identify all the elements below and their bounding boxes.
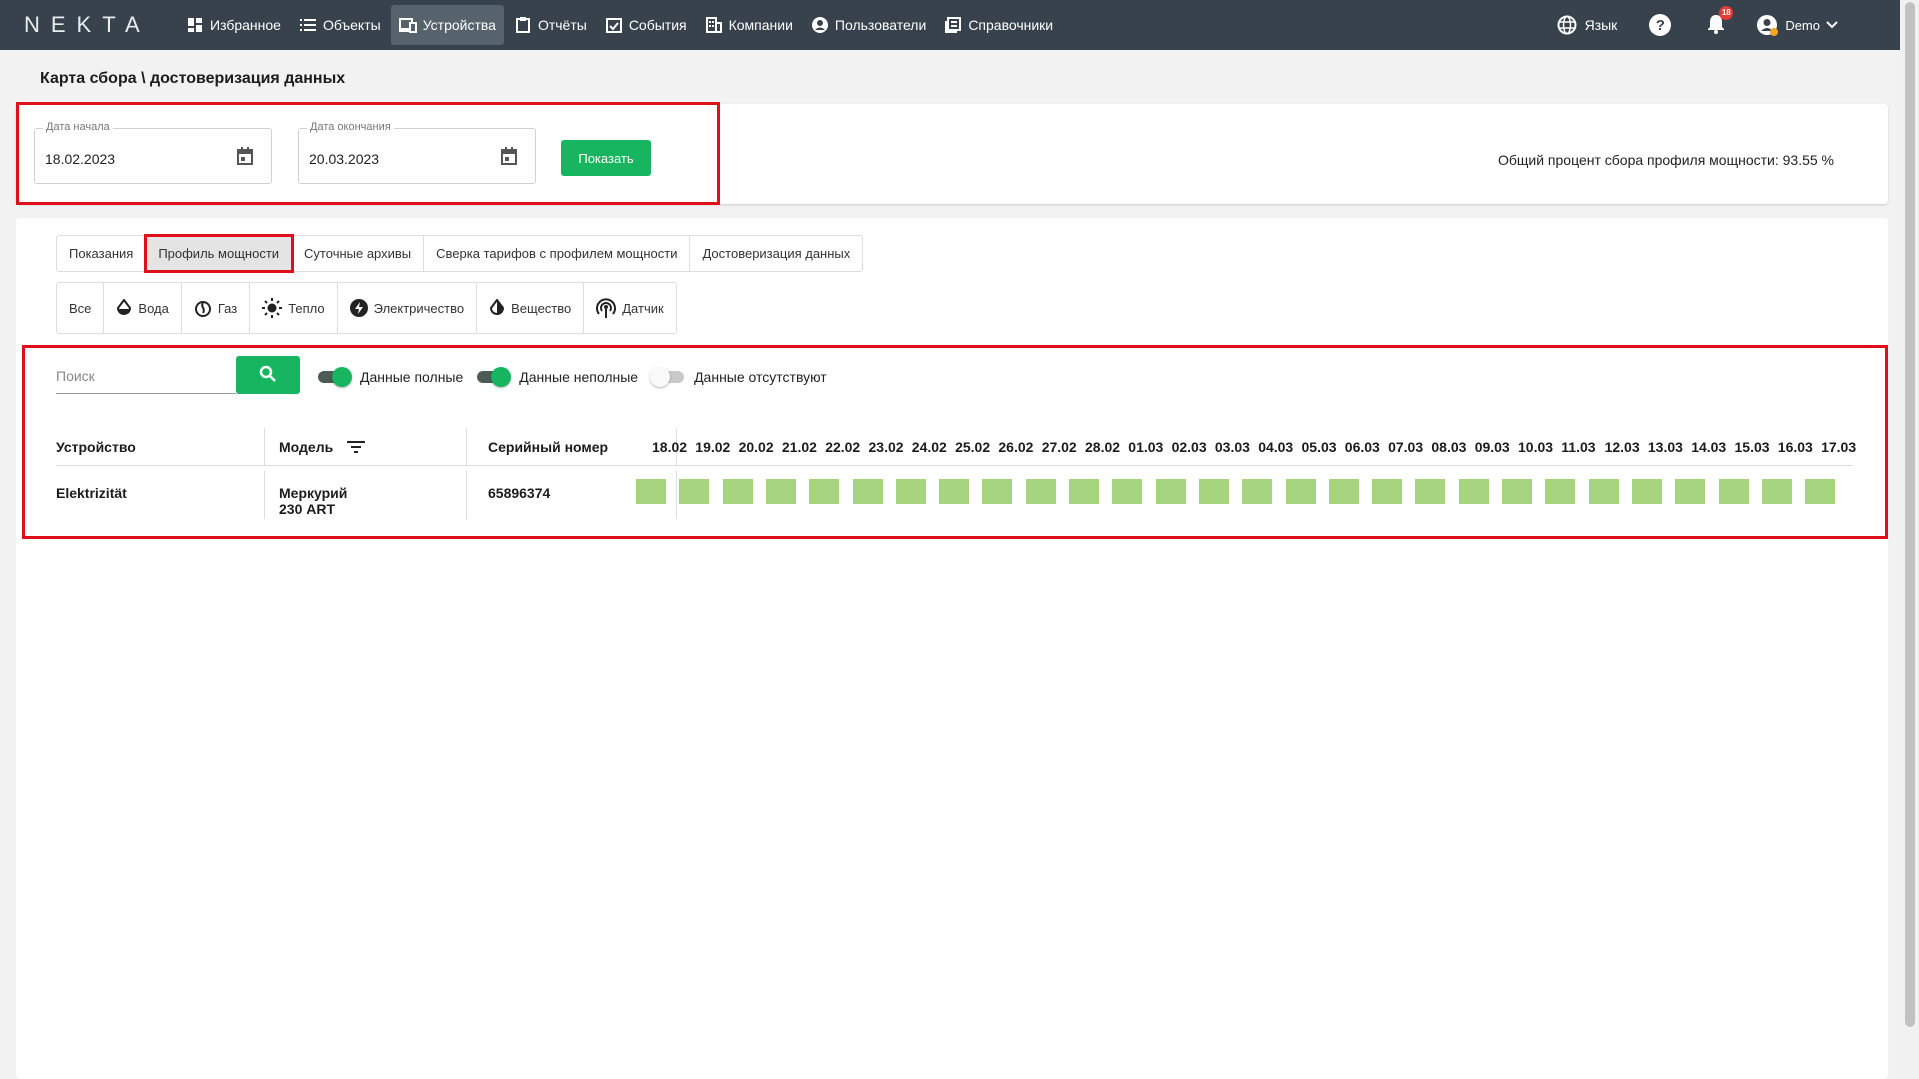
user-name: Demo: [1785, 17, 1820, 33]
nav-item-references[interactable]: Справочники: [936, 5, 1061, 45]
account-circle-icon: [1757, 15, 1779, 36]
language-selector[interactable]: Язык: [1557, 15, 1618, 35]
page-title: Карта сбора \ достоверизация данных: [40, 70, 346, 87]
nav-label: Избранное: [210, 17, 281, 33]
globe-icon: [1557, 15, 1577, 35]
notification-badge: 18: [1719, 5, 1734, 20]
main-nav: Избранное Объекты Устройства Отчёты Собы…: [178, 5, 1063, 45]
user-menu[interactable]: Demo: [1757, 15, 1838, 36]
nav-label: Компании: [728, 17, 793, 33]
highlight-frame-filters: [16, 102, 720, 205]
account-icon: [811, 16, 829, 34]
language-label: Язык: [1584, 17, 1618, 33]
highlight-frame-table: [22, 345, 1888, 539]
devices-icon: [398, 16, 417, 34]
resource-type-filter: Все Вода Газ Тепло Электричество Веществ…: [56, 282, 677, 334]
type-label: Тепло: [288, 300, 325, 316]
type-water[interactable]: Вода: [104, 283, 182, 333]
sun-icon: [262, 298, 283, 318]
type-all[interactable]: Все: [57, 283, 105, 333]
nav-label: Справочники: [968, 17, 1054, 33]
type-heat[interactable]: Тепло: [250, 283, 338, 333]
type-gas[interactable]: Газ: [182, 283, 251, 333]
help-icon[interactable]: ?: [1649, 14, 1672, 36]
nav-label: Отчёты: [537, 17, 587, 33]
tab-readings[interactable]: Показания: [57, 236, 147, 271]
tab-power-profile[interactable]: Профиль мощности: [144, 234, 295, 273]
tab-data-validation[interactable]: Достоверизация данных: [690, 236, 862, 271]
nav-label: События: [628, 17, 687, 33]
sensor-icon: [596, 298, 617, 318]
building-icon: [705, 16, 723, 34]
library-icon: [944, 16, 962, 34]
nav-item-favorites[interactable]: Избранное: [178, 5, 289, 45]
clipboard-icon: [514, 16, 532, 34]
page-scrollbar[interactable]: [1900, 0, 1919, 1079]
type-sensor[interactable]: Датчик: [584, 283, 675, 333]
scrollbar-thumb[interactable]: [1905, 2, 1915, 1027]
nav-item-users[interactable]: Пользователи: [803, 5, 934, 45]
notifications-button[interactable]: 18: [1707, 5, 1734, 37]
nav-item-events[interactable]: События: [597, 5, 695, 45]
header-right: Язык ? 18 Demo: [1557, 0, 1900, 50]
water-drop-icon: [116, 299, 132, 317]
type-label: Вещество: [511, 300, 572, 316]
type-label: Датчик: [622, 300, 664, 316]
total-collection-percent: Общий процент сбора профиля мощности: 93…: [1497, 152, 1834, 168]
list-icon: [299, 16, 317, 34]
nav-label: Объекты: [322, 17, 381, 33]
type-electricity[interactable]: Электричество: [338, 283, 478, 333]
type-substance[interactable]: Вещество: [477, 283, 585, 333]
brand-logo[interactable]: NEKTA: [24, 12, 174, 38]
tab-daily-archives[interactable]: Суточные архивы: [292, 236, 425, 271]
lightning-icon: [349, 299, 368, 317]
dashboard-icon: [186, 16, 204, 34]
gas-icon: [194, 299, 212, 317]
type-label: Вода: [138, 300, 169, 316]
nav-label: Пользователи: [834, 17, 927, 33]
type-label: Газ: [217, 300, 238, 316]
nav-item-objects[interactable]: Объекты: [291, 5, 389, 45]
event-icon: [605, 16, 623, 34]
top-navigation-bar: NEKTA Избранное Объекты Устройства Отчёт…: [0, 0, 1900, 50]
chevron-down-icon: [1826, 21, 1838, 29]
data-tabs: Показания Профиль мощности Суточные архи…: [56, 234, 864, 273]
type-label: Электричество: [373, 300, 465, 316]
substance-icon: [489, 299, 505, 317]
nav-item-reports[interactable]: Отчёты: [506, 5, 595, 45]
type-label: Все: [69, 300, 92, 316]
tab-tariff-reconciliation[interactable]: Сверка тарифов с профилем мощности: [424, 236, 691, 271]
nav-item-companies[interactable]: Компании: [697, 5, 801, 45]
nav-item-devices[interactable]: Устройства: [390, 5, 504, 45]
nav-label: Устройства: [422, 17, 496, 33]
